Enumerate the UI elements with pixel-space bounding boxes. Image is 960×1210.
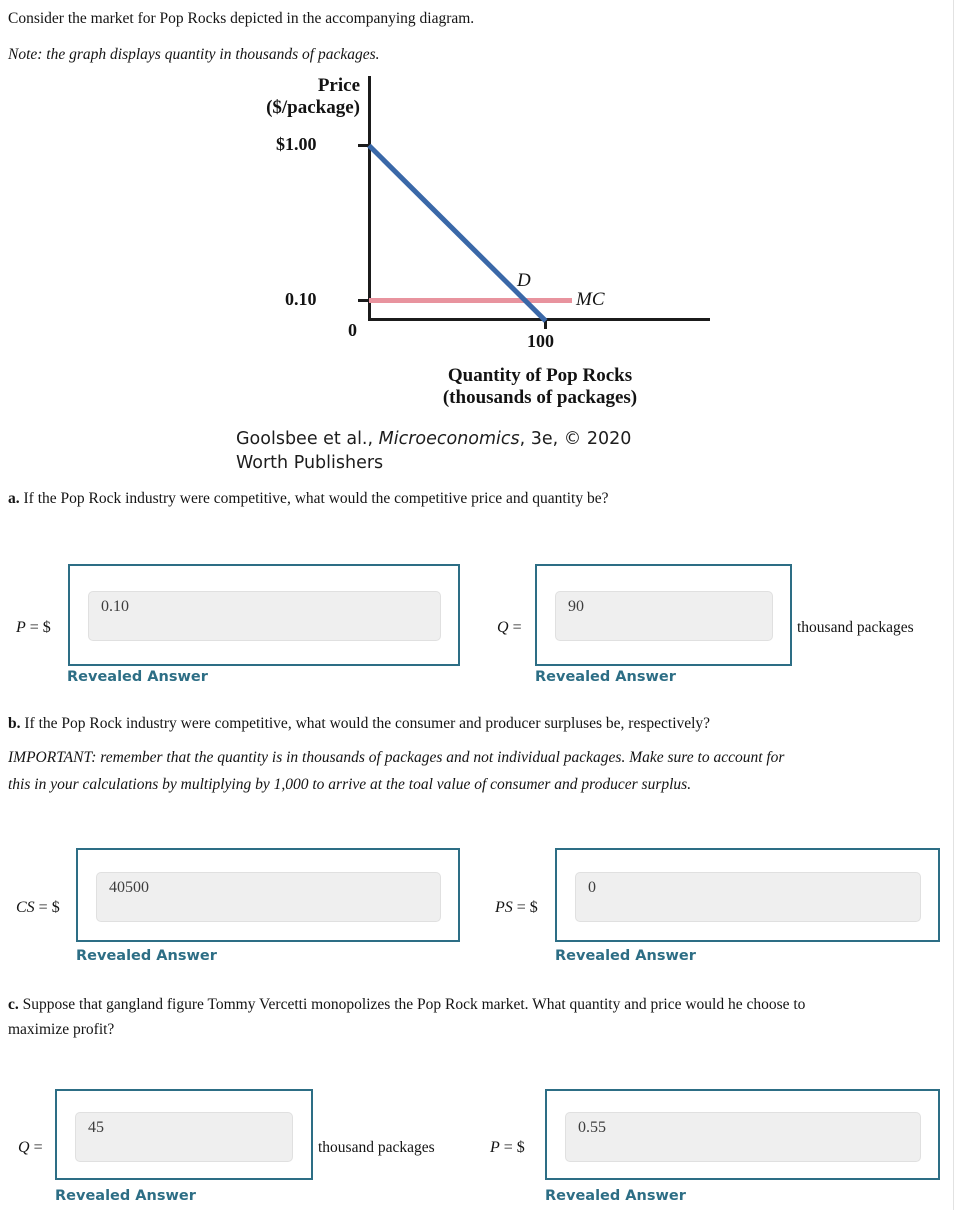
question-b-important-line2: this in your calculations by multiplying… [8, 776, 692, 793]
origin-label: 0 [348, 320, 357, 340]
question-a-prompt: a. If the Pop Rock industry were competi… [8, 488, 938, 510]
answer-c-q-container: 45 [55, 1089, 313, 1180]
answer-a-p-symbol: P [16, 619, 26, 636]
y-axis [368, 76, 371, 321]
intro-line: Consider the market for Pop Rocks depict… [8, 10, 475, 27]
question-a-text: If the Pop Rock industry were competitiv… [23, 490, 609, 507]
answer-b-cs-symbol: CS [16, 899, 35, 916]
answer-b-ps-label: PS = $ [495, 899, 538, 917]
demand-curve [367, 143, 548, 323]
answer-c-q-label: Q = [18, 1139, 43, 1157]
answer-c-q-equals: = [29, 1139, 43, 1156]
answer-b-cs-revealed[interactable]: Revealed Answer [76, 948, 217, 964]
answer-b-ps-symbol: PS [495, 899, 513, 916]
demand-curve-label: D [517, 270, 531, 291]
answer-b-ps-revealed[interactable]: Revealed Answer [555, 948, 696, 964]
y-tick-label-1.00: $1.00 [276, 134, 317, 154]
y-axis-title-line2: ($/package) [266, 97, 360, 119]
pop-rocks-demand-chart: Price ($/package) $1.00 0.10 0 100 D MC … [0, 70, 954, 415]
answer-b-cs-input[interactable]: 40500 [96, 872, 441, 922]
answer-c-q-revealed[interactable]: Revealed Answer [55, 1188, 196, 1204]
x-axis-title: Quantity of Pop Rocks (thousands of pack… [370, 365, 710, 410]
answer-c-q-symbol: Q [18, 1139, 30, 1156]
answer-a-q-container: 90 [535, 564, 792, 666]
answer-b-cs-equals: = $ [34, 899, 60, 916]
question-b-text: If the Pop Rock industry were competitiv… [24, 715, 711, 732]
answer-a-q-equals: = [508, 619, 522, 636]
question-c-text-line2: maximize profit? [8, 1021, 115, 1038]
answer-c-p-equals: = $ [499, 1139, 525, 1156]
y-tick-0.10 [358, 299, 369, 302]
question-b-letter: b. [8, 715, 21, 732]
answer-c-p-container: 0.55 [545, 1089, 940, 1180]
attribution-book-title: Microeconomics [378, 429, 520, 449]
answer-c-p-symbol: P [490, 1139, 500, 1156]
answer-a-q-input[interactable]: 90 [555, 591, 773, 641]
answer-a-p-label: P = $ [16, 619, 51, 637]
y-tick-label-0.10: 0.10 [285, 289, 317, 309]
answer-b-cs-container: 40500 [76, 848, 460, 942]
answer-b-ps-equals: = $ [512, 899, 538, 916]
answer-a-q-revealed[interactable]: Revealed Answer [535, 669, 676, 685]
attribution-line2: Worth Publishers [236, 453, 384, 473]
attribution-authors: Goolsbee et al., [236, 429, 379, 449]
question-page: Consider the market for Pop Rocks depict… [0, 0, 954, 1210]
answer-c-q-input[interactable]: 45 [75, 1112, 293, 1162]
question-b-important-line1: IMPORTANT: remember that the quantity is… [8, 749, 785, 766]
answer-c-p-revealed[interactable]: Revealed Answer [545, 1188, 686, 1204]
answer-b-cs-label: CS = $ [16, 899, 60, 917]
answer-c-q-unit: thousand packages [318, 1139, 435, 1156]
answer-a-p-revealed[interactable]: Revealed Answer [67, 669, 208, 685]
answer-b-ps-container: 0 [555, 848, 940, 942]
answer-b-ps-input[interactable]: 0 [575, 872, 921, 922]
question-c-prompt: c. Suppose that gangland figure Tommy Ve… [8, 994, 948, 1016]
attribution-line1: Goolsbee et al., Microeconomics, 3e, © 2… [236, 428, 631, 452]
intro-note: Note: the graph displays quantity in tho… [8, 46, 380, 63]
answer-a-q-label: Q = [497, 619, 522, 637]
answer-a-p-input[interactable]: 0.10 [88, 591, 441, 641]
question-c-letter: c. [8, 996, 19, 1013]
question-a-letter: a. [8, 490, 20, 507]
y-axis-title: Price ($/package) [138, 75, 360, 120]
answer-a-p-equals: = $ [25, 619, 51, 636]
answer-a-q-unit: thousand packages [797, 619, 914, 636]
mc-curve-label: MC [576, 289, 605, 310]
answer-c-p-input[interactable]: 0.55 [565, 1112, 921, 1162]
y-axis-title-line1: Price [317, 75, 360, 96]
mc-curve [369, 298, 572, 303]
answer-c-p-label: P = $ [490, 1139, 525, 1157]
x-axis-title-line1: Quantity of Pop Rocks [447, 365, 633, 386]
x-tick-label-100: 100 [527, 331, 554, 351]
attribution-edition: , 3e, © 2020 [519, 429, 632, 449]
x-axis-title-line2: (thousands of packages) [442, 387, 638, 409]
answer-a-p-container: 0.10 [68, 564, 460, 666]
answer-a-q-symbol: Q [497, 619, 509, 636]
question-b-prompt: b. If the Pop Rock industry were competi… [8, 713, 938, 735]
question-c-text-line1: Suppose that gangland figure Tommy Verce… [22, 996, 806, 1013]
